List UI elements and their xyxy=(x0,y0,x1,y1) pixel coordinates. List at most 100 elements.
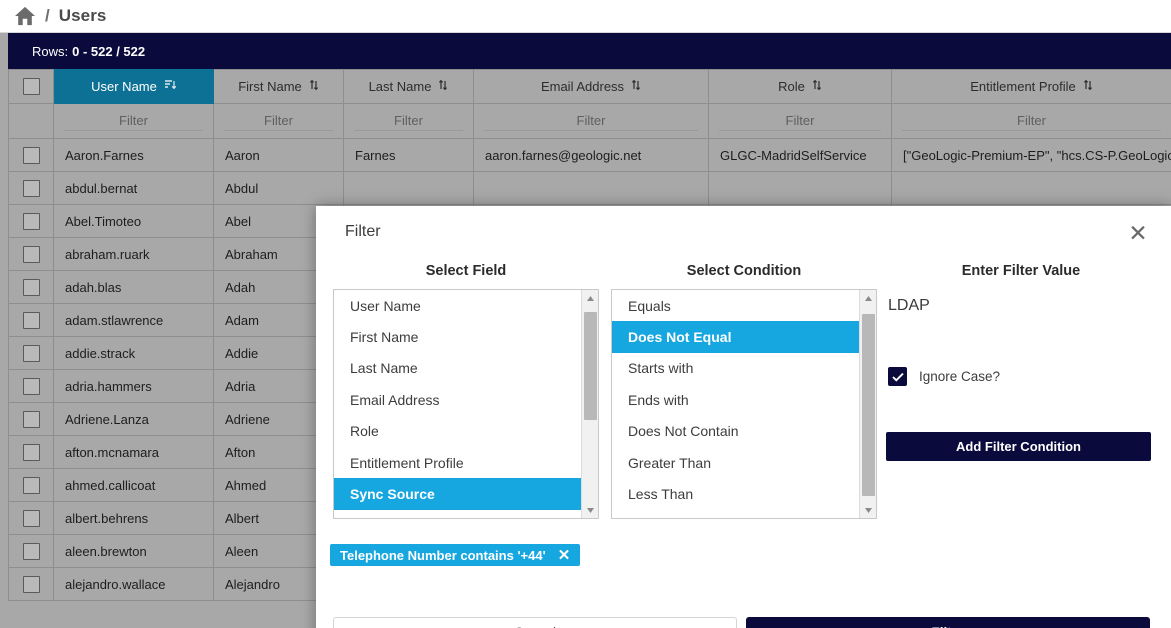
row-checkbox[interactable] xyxy=(22,575,40,593)
condition-option[interactable]: Less Than xyxy=(612,478,859,509)
row-checkbox[interactable] xyxy=(22,212,40,230)
select-all-checkbox[interactable] xyxy=(22,78,40,96)
field-option[interactable]: Sync Source xyxy=(334,478,581,510)
condition-option[interactable]: Does Not Equal xyxy=(612,321,859,353)
row-select-cell[interactable] xyxy=(8,138,54,172)
filter-value-input[interactable]: LDAP xyxy=(886,297,1156,315)
ignore-case-row[interactable]: Ignore Case? xyxy=(886,367,1156,386)
table-row[interactable]: Aaron.Farnes Aaron Farnes aaron.farnes@geol… xyxy=(8,138,1171,172)
condition-scroll-thumb[interactable] xyxy=(862,314,875,496)
select-field-heading: Select Field xyxy=(425,263,507,279)
sort-both-icon[interactable] xyxy=(309,79,319,94)
filter-input-last-name[interactable] xyxy=(354,111,463,131)
row-select-cell[interactable] xyxy=(8,435,54,469)
cell-last-name: Farnes xyxy=(343,138,474,172)
field-listbox[interactable]: User Name First Name Last Name Email Addres… xyxy=(333,289,599,519)
condition-option[interactable]: Ends with xyxy=(612,384,859,415)
cell-last-name xyxy=(343,171,474,205)
row-checkbox[interactable] xyxy=(22,311,40,329)
row-checkbox[interactable] xyxy=(22,410,40,428)
condition-option[interactable]: Does Not Contain xyxy=(612,416,859,447)
scroll-up-icon[interactable] xyxy=(582,290,598,306)
condition-option[interactable]: Equals xyxy=(612,290,859,321)
row-checkbox[interactable] xyxy=(22,443,40,461)
row-checkbox[interactable] xyxy=(22,344,40,362)
row-select-cell[interactable] xyxy=(8,402,54,436)
filter-button[interactable]: Filter xyxy=(746,617,1150,628)
row-checkbox[interactable] xyxy=(22,278,40,296)
filter-input-entitlement-profile[interactable] xyxy=(902,111,1161,131)
row-checkbox[interactable] xyxy=(22,476,40,494)
ignore-case-checkbox[interactable] xyxy=(888,367,907,386)
filter-cell-entitlement-profile[interactable] xyxy=(891,103,1171,139)
scroll-down-icon[interactable] xyxy=(582,502,598,518)
field-option[interactable]: First Name xyxy=(334,321,581,352)
column-header-role[interactable]: Role xyxy=(708,69,892,104)
sort-both-icon[interactable] xyxy=(812,79,822,94)
sort-ascending-icon[interactable] xyxy=(164,79,177,94)
close-icon[interactable]: ✕ xyxy=(1123,218,1153,248)
cell-user-name: abraham.ruark xyxy=(53,237,214,271)
select-all-header[interactable] xyxy=(8,69,54,104)
filter-input-first-name[interactable] xyxy=(224,111,333,131)
close-icon[interactable]: ✕ xyxy=(558,548,571,563)
filter-chip[interactable]: Telephone Number contains '+44' ✕ xyxy=(330,544,581,566)
condition-option[interactable]: Starts with xyxy=(612,353,859,384)
cell-user-name: Adriene.Lanza xyxy=(53,402,214,436)
row-select-cell[interactable] xyxy=(8,303,54,337)
row-select-cell[interactable] xyxy=(8,534,54,568)
sort-both-icon[interactable] xyxy=(1083,79,1093,94)
scroll-down-icon[interactable] xyxy=(860,502,876,518)
field-option[interactable]: Email Address xyxy=(334,384,581,415)
filter-cell-last-name[interactable] xyxy=(343,103,474,139)
filter-cell-email-address[interactable] xyxy=(473,103,709,139)
cell-user-name: Abel.Timoteo xyxy=(53,204,214,238)
row-select-cell[interactable] xyxy=(8,369,54,403)
field-option[interactable]: Last Name xyxy=(334,353,581,384)
cancel-button[interactable]: Cancel xyxy=(333,617,737,628)
filter-input-role[interactable] xyxy=(719,111,881,131)
cell-user-name: aleen.brewton xyxy=(53,534,214,568)
column-header-entitlement-profile[interactable]: Entitlement Profile xyxy=(891,69,1171,104)
filter-cell-first-name[interactable] xyxy=(213,103,344,139)
condition-listbox-scrollbar[interactable] xyxy=(859,290,876,518)
filter-cell-role[interactable] xyxy=(708,103,892,139)
row-select-cell[interactable] xyxy=(8,501,54,535)
column-header-last-name[interactable]: Last Name xyxy=(343,69,474,104)
sort-both-icon[interactable] xyxy=(438,79,448,94)
column-header-email-address[interactable]: Email Address xyxy=(473,69,709,104)
field-option[interactable]: Entitlement Profile xyxy=(334,447,581,478)
row-checkbox[interactable] xyxy=(22,179,40,197)
row-select-cell[interactable] xyxy=(8,336,54,370)
column-header-label: Entitlement Profile xyxy=(970,79,1076,94)
field-scroll-thumb[interactable] xyxy=(584,312,597,420)
filter-input-user-name[interactable] xyxy=(64,111,203,131)
row-checkbox[interactable] xyxy=(22,146,40,164)
row-checkbox[interactable] xyxy=(22,509,40,527)
condition-option[interactable]: Greater Than xyxy=(612,447,859,478)
scroll-up-icon[interactable] xyxy=(860,290,876,306)
add-filter-condition-button[interactable]: Add Filter Condition xyxy=(886,432,1151,461)
row-select-cell[interactable] xyxy=(8,237,54,271)
row-select-cell[interactable] xyxy=(8,171,54,205)
row-checkbox[interactable] xyxy=(22,542,40,560)
cell-user-name: adah.blas xyxy=(53,270,214,304)
column-header-user-name[interactable]: User Name xyxy=(53,69,214,104)
condition-listbox[interactable]: Equals Does Not Equal Starts with Ends with… xyxy=(611,289,877,519)
row-select-cell[interactable] xyxy=(8,468,54,502)
field-option[interactable]: User Name xyxy=(334,290,581,321)
row-checkbox[interactable] xyxy=(22,377,40,395)
home-icon[interactable] xyxy=(14,6,36,26)
column-header-first-name[interactable]: First Name xyxy=(213,69,344,104)
field-listbox-scrollbar[interactable] xyxy=(581,290,598,518)
filter-cell-user-name[interactable] xyxy=(53,103,214,139)
row-select-cell[interactable] xyxy=(8,567,54,601)
row-select-cell[interactable] xyxy=(8,204,54,238)
filter-input-email-address[interactable] xyxy=(484,111,698,131)
row-select-cell[interactable] xyxy=(8,270,54,304)
row-checkbox[interactable] xyxy=(22,245,40,263)
field-option[interactable]: Role xyxy=(334,416,581,447)
sort-both-icon[interactable] xyxy=(631,79,641,94)
table-row[interactable]: abdul.bernat Abdul xyxy=(8,171,1171,205)
cell-first-name: Abdul xyxy=(213,171,344,205)
